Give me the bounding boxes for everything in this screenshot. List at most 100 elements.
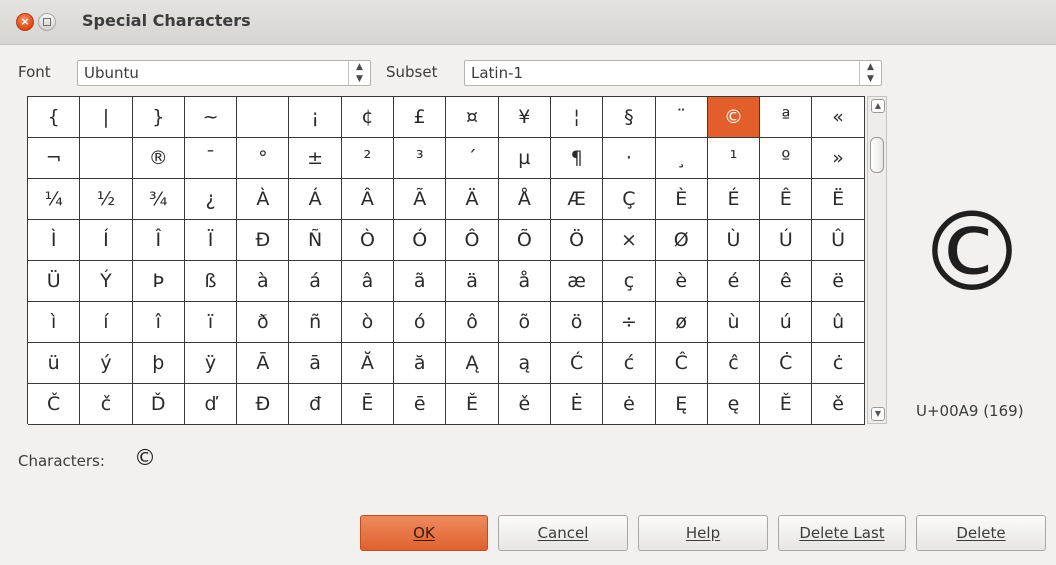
char-cell[interactable]: ã xyxy=(394,261,447,302)
char-cell[interactable] xyxy=(80,138,133,179)
char-cell[interactable]: è xyxy=(655,261,708,302)
char-cell[interactable]: ä xyxy=(446,261,499,302)
char-cell[interactable]: ¤ xyxy=(446,97,499,138)
char-cell[interactable]: Ø xyxy=(655,220,708,261)
char-cell[interactable]: ą xyxy=(498,343,551,384)
char-cell[interactable]: È xyxy=(655,179,708,220)
char-cell[interactable]: « xyxy=(812,97,865,138)
char-cell[interactable]: ª xyxy=(760,97,813,138)
char-cell[interactable]: Ė xyxy=(550,384,604,425)
ok-button[interactable]: OK xyxy=(360,515,488,551)
char-cell[interactable]: » xyxy=(812,138,865,179)
char-cell[interactable]: § xyxy=(603,97,656,138)
subset-combobox[interactable]: Latin-1 ▲ ▼ xyxy=(464,60,882,86)
char-cell[interactable]: æ xyxy=(550,261,604,302)
char-cell[interactable]: ¡ xyxy=(289,97,342,138)
char-cell[interactable]: Ę xyxy=(655,384,708,425)
char-cell[interactable]: ë xyxy=(812,261,865,302)
char-cell[interactable]: · xyxy=(603,138,656,179)
cancel-button[interactable]: Cancel xyxy=(498,515,628,551)
char-cell[interactable]: ĉ xyxy=(707,343,761,384)
char-cell[interactable]: ď xyxy=(184,384,238,425)
font-combobox[interactable]: Ubuntu ▲ ▼ xyxy=(77,60,371,86)
char-cell[interactable]: × xyxy=(603,220,656,261)
char-cell[interactable]: ý xyxy=(80,343,133,384)
char-cell[interactable]: ¸ xyxy=(655,138,708,179)
char-cell[interactable]: Í xyxy=(80,220,133,261)
help-button[interactable]: Help xyxy=(638,515,768,551)
char-cell[interactable]: Ą xyxy=(446,343,499,384)
char-cell[interactable]: Ď xyxy=(132,384,185,425)
char-cell[interactable]: ê xyxy=(760,261,813,302)
char-cell[interactable]: ę xyxy=(707,384,761,425)
char-cell[interactable]: ÷ xyxy=(603,302,656,343)
char-cell[interactable]: ā xyxy=(289,343,342,384)
char-cell[interactable]: ï xyxy=(184,302,238,343)
char-cell[interactable]: Ā xyxy=(237,343,290,384)
char-cell[interactable]: Ě xyxy=(446,384,499,425)
char-cell[interactable]: Č xyxy=(28,384,81,425)
char-cell[interactable]: ± xyxy=(289,138,342,179)
char-cell[interactable]: © xyxy=(707,97,761,138)
char-cell[interactable]: î xyxy=(132,302,185,343)
char-cell[interactable]: Ë xyxy=(812,179,865,220)
char-cell[interactable]: ÿ xyxy=(184,343,238,384)
char-cell[interactable]: É xyxy=(707,179,761,220)
char-cell[interactable]: £ xyxy=(394,97,447,138)
char-cell[interactable]: ² xyxy=(341,138,395,179)
char-cell[interactable]: ® xyxy=(132,138,185,179)
char-cell[interactable] xyxy=(237,97,290,138)
char-cell[interactable]: Ç xyxy=(603,179,656,220)
char-cell[interactable]: Ć xyxy=(550,343,604,384)
char-cell[interactable]: é xyxy=(707,261,761,302)
char-cell[interactable]: ú xyxy=(760,302,813,343)
char-cell[interactable]: Ô xyxy=(446,220,499,261)
char-cell[interactable]: ¥ xyxy=(498,97,551,138)
character-grid[interactable]: {|} ~ ¡ ¢ £ ¤ ¥ ¦ § ¨ © ª « ¬ ® ¯ ° ± ² ³ ´ µ ¶ · ¸ ¹ º» ¼ ½ ¾ ¿ À Á Â Ã Ä… xyxy=(27,96,865,425)
char-cell[interactable]: ¢ xyxy=(341,97,395,138)
char-cell[interactable]: ½ xyxy=(80,179,133,220)
char-cell[interactable]: ò xyxy=(341,302,395,343)
char-cell[interactable]: Ü xyxy=(28,261,81,302)
char-cell[interactable]: Ě xyxy=(760,384,813,425)
char-cell[interactable]: ù xyxy=(707,302,761,343)
char-cell[interactable]: Ē xyxy=(341,384,395,425)
char-cell[interactable]: Ú xyxy=(760,220,813,261)
char-cell[interactable]: ċ xyxy=(812,343,865,384)
char-cell[interactable]: Ó xyxy=(394,220,447,261)
delete-button[interactable]: Delete xyxy=(916,515,1046,551)
delete-last-button[interactable]: Delete Last xyxy=(778,515,906,551)
char-cell[interactable]: Đ xyxy=(237,384,290,425)
char-cell[interactable]: Ĉ xyxy=(655,343,708,384)
char-cell[interactable]: Ċ xyxy=(760,343,813,384)
char-cell[interactable]: ° xyxy=(237,138,290,179)
char-cell[interactable]: õ xyxy=(498,302,551,343)
char-cell[interactable]: Â xyxy=(341,179,395,220)
char-cell[interactable]: Ê xyxy=(760,179,813,220)
scrollbar-thumb[interactable] xyxy=(870,137,884,173)
char-cell[interactable]: ¯ xyxy=(184,138,238,179)
char-cell[interactable]: ¶ xyxy=(550,138,604,179)
char-cell[interactable]: Ö xyxy=(550,220,604,261)
char-cell[interactable]: { xyxy=(28,97,81,138)
scroll-down-icon[interactable]: ▼ xyxy=(871,407,885,421)
char-cell[interactable]: ¨ xyxy=(655,97,708,138)
char-cell[interactable]: à xyxy=(237,261,290,302)
char-cell[interactable]: â xyxy=(341,261,395,302)
char-cell[interactable]: Î xyxy=(132,220,185,261)
char-cell[interactable]: ¼ xyxy=(28,179,81,220)
char-cell[interactable]: ć xyxy=(603,343,656,384)
char-cell[interactable]: Û xyxy=(812,220,865,261)
char-cell[interactable]: Õ xyxy=(498,220,551,261)
char-cell[interactable]: Ý xyxy=(80,261,133,302)
char-cell[interactable]: Ì xyxy=(28,220,81,261)
char-cell[interactable]: º xyxy=(760,138,813,179)
char-cell[interactable]: ¹ xyxy=(707,138,761,179)
char-cell[interactable]: ð xyxy=(237,302,290,343)
char-cell[interactable]: Þ xyxy=(132,261,185,302)
scroll-up-icon[interactable]: ▲ xyxy=(871,99,885,113)
maximize-icon[interactable] xyxy=(38,13,56,31)
char-cell[interactable]: Ă xyxy=(341,343,395,384)
char-cell[interactable]: | xyxy=(80,97,133,138)
char-cell[interactable]: Ñ xyxy=(289,220,342,261)
